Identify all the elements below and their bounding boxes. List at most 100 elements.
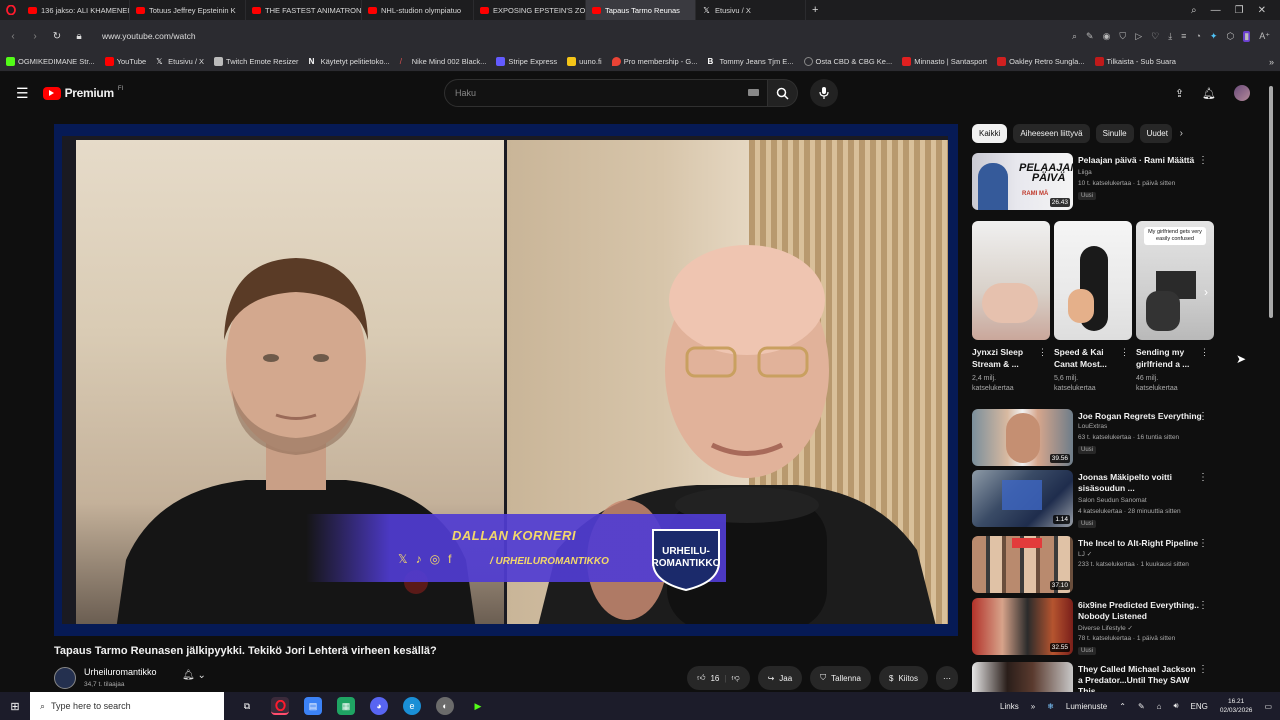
video-thumbnail[interactable]: 1.14	[972, 470, 1073, 527]
cube-icon[interactable]: ⬡	[1226, 31, 1234, 42]
url-field[interactable]: www.youtube.com/watch	[102, 31, 196, 41]
bookmark[interactable]: Oakley Retro Sungla...	[997, 57, 1085, 66]
recommendation-title[interactable]: The Incel to Alt-Right Pipeline	[1078, 538, 1202, 549]
tray-overflow-icon[interactable]: ⌃	[1119, 702, 1126, 711]
page-scrollbar[interactable]	[1268, 86, 1274, 688]
voice-search-button[interactable]	[810, 79, 838, 107]
edit-icon[interactable]: ✎	[1086, 31, 1094, 42]
pen-icon[interactable]: ✎	[1138, 702, 1145, 711]
like-button[interactable]: 👍︎ 16 | 👎︎	[687, 666, 750, 690]
more-options-icon[interactable]: ⋮	[1038, 347, 1047, 358]
thumbs-down-icon[interactable]: 👎︎	[731, 673, 739, 683]
more-options-icon[interactable]: ⋮	[1198, 664, 1208, 675]
bookmark[interactable]: Twitch Emote Resizer	[214, 57, 299, 66]
thanks-button[interactable]: $ Kiitos	[878, 666, 928, 690]
recommendation-item[interactable]: 37.10 The Incel to Alt-Right Pipeline LJ…	[972, 536, 1220, 594]
browser-tab[interactable]: 𝕏 Etusivu / X	[696, 0, 806, 20]
bookmark[interactable]: uuno.fi	[567, 57, 602, 66]
taskbar-search-input[interactable]: ⌕ Type here to search	[30, 692, 224, 720]
task-view-icon[interactable]: ⧉	[238, 697, 256, 715]
recommendation-item[interactable]: 32.55 6ix9ine Predicted Everything.. Nob…	[972, 598, 1220, 656]
new-tab-button[interactable]: +	[806, 0, 824, 20]
links-toolbar[interactable]: Links	[1000, 702, 1019, 711]
chip-for-you[interactable]: Sinulle	[1095, 124, 1134, 143]
video-thumbnail[interactable]: PELAAJAN PÄIVÄ RAMI MÄ 26.43	[972, 153, 1073, 210]
language-indicator[interactable]: ENG	[1191, 702, 1208, 711]
recommendation-item[interactable]: PELAAJAN PÄIVÄ RAMI MÄ 26.43 Pelaajan pä…	[972, 153, 1220, 211]
share-button[interactable]: ↪ Jaa	[757, 666, 803, 690]
opera-menu-icon[interactable]	[0, 0, 22, 20]
search-input[interactable]: Haku	[444, 79, 768, 107]
bookmarks-overflow-icon[interactable]: »	[1269, 57, 1274, 67]
windows-start-icon[interactable]: ⊞	[0, 700, 30, 713]
short-thumbnail[interactable]	[972, 221, 1050, 340]
camera-icon[interactable]: ◉	[1103, 31, 1111, 42]
browser-tab[interactable]: THE FASTEST ANIMATRON	[246, 0, 362, 20]
browser-tab-active[interactable]: Tapaus Tarmo Reunas	[586, 0, 696, 20]
channel-avatar[interactable]	[54, 667, 76, 689]
discord-icon[interactable]: ◕	[370, 697, 388, 715]
edge-icon[interactable]: e	[403, 697, 421, 715]
spreadsheet-icon[interactable]: ▦	[337, 697, 355, 715]
forward-icon[interactable]: ›	[28, 31, 42, 42]
recommendation-item[interactable]: 39.56 Joe Rogan Regrets Everything LouEx…	[972, 409, 1220, 467]
search-tabs-icon[interactable]: ⌕	[1191, 5, 1197, 16]
chip-all[interactable]: Kaikki	[972, 124, 1008, 143]
more-actions-button[interactable]: ⋯	[936, 666, 958, 690]
close-icon[interactable]: ✕	[1258, 5, 1266, 16]
maximize-icon[interactable]: ❐	[1235, 5, 1244, 16]
short-title[interactable]: Jynxzi Sleep Stream & ...	[972, 346, 1036, 370]
shield-icon[interactable]: ⛉	[1119, 31, 1126, 42]
app-icon[interactable]: ◐	[436, 697, 454, 715]
weather-label[interactable]: Lumienuste	[1066, 702, 1107, 711]
video-thumbnail[interactable]: 32.55	[972, 598, 1073, 655]
chip-new[interactable]: Uudet	[1139, 124, 1172, 143]
notification-center-icon[interactable]: ▭	[1264, 702, 1272, 711]
volume-icon[interactable]: 🔊︎	[1174, 701, 1179, 711]
avatar[interactable]	[1234, 85, 1250, 101]
more-options-icon[interactable]: ⋮	[1198, 600, 1208, 611]
video-player[interactable]: DALLAN KORNERI 𝕏 ♪ ◎ f / URHEILUROMANTIK…	[54, 124, 958, 636]
ai-icon[interactable]: A⁺	[1259, 31, 1270, 42]
browser-tab[interactable]: EXPOSING EPSTEIN'S ZOR	[474, 0, 586, 20]
bookmark[interactable]: Pro membership - G...	[611, 57, 697, 66]
chevron-icon[interactable]: »	[1031, 702, 1035, 711]
search-icon[interactable]: ⌕	[1072, 31, 1077, 42]
minimize-icon[interactable]: —	[1211, 5, 1221, 16]
upload-icon[interactable]: ⇪	[1175, 87, 1184, 100]
search-button[interactable]	[768, 79, 798, 107]
bookmark[interactable]: N Käytetyt pelitietoko...	[309, 57, 390, 66]
short-title[interactable]: Speed & Kai Canat Most...	[1054, 346, 1118, 370]
recommendation-channel[interactable]: Salon Seudun Sanomat	[1078, 497, 1147, 504]
browser-tab[interactable]: 136 jakso: ALI KHAMENEI	[22, 0, 130, 20]
short-thumbnail[interactable]: My girlfriend gets very easily confused	[1136, 221, 1214, 340]
recommendation-item[interactable]: They Called Michael Jackson a Predator..…	[972, 662, 1220, 692]
shorts-next-icon[interactable]: ›	[1204, 285, 1208, 299]
bookmark[interactable]: / Nike Mind 002 Black...	[400, 57, 487, 66]
more-options-icon[interactable]: ⋮	[1198, 472, 1208, 483]
more-options-icon[interactable]: ⋮	[1198, 155, 1208, 166]
recommendation-channel[interactable]: LJ ✓	[1078, 550, 1092, 558]
menu-list-icon[interactable]: ≡	[1181, 31, 1186, 42]
more-options-icon[interactable]: ⋮	[1198, 538, 1208, 549]
app-icon[interactable]: ▤	[304, 697, 322, 715]
bookmark[interactable]: Tilkaista - Sub Suara	[1094, 57, 1176, 66]
back-icon[interactable]: ‹	[6, 31, 20, 42]
bookmark[interactable]: YouTube	[104, 57, 146, 66]
more-options-icon[interactable]: ⋮	[1200, 347, 1209, 358]
video-thumbnail[interactable]: 39.56	[972, 409, 1073, 466]
notifications-bell-icon[interactable]: 🔔︎	[1202, 87, 1216, 100]
bookmark[interactable]: Minnasto | Santasport	[902, 57, 987, 66]
bookmark[interactable]: B Tommy Jeans Tjm E...	[707, 57, 793, 66]
recommendation-channel[interactable]: LouExtras	[1078, 423, 1107, 430]
app-icon[interactable]: ▶	[469, 697, 487, 715]
play-icon[interactable]: ▷	[1135, 31, 1142, 42]
hamburger-menu-icon[interactable]: ☰	[16, 85, 29, 102]
opera-icon[interactable]	[271, 697, 289, 715]
channel-name[interactable]: Urheiluromantikko	[84, 667, 157, 677]
youtube-logo[interactable]: Premium FI	[42, 86, 123, 100]
bookmark[interactable]: OGMIKEDIMANE Str...	[6, 57, 95, 66]
recommendation-title[interactable]: Joe Rogan Regrets Everything	[1078, 411, 1202, 422]
chip-related[interactable]: Aiheeseen liittyvä	[1013, 124, 1090, 143]
bookmark[interactable]: Osta CBD & CBG Ke...	[803, 57, 892, 66]
